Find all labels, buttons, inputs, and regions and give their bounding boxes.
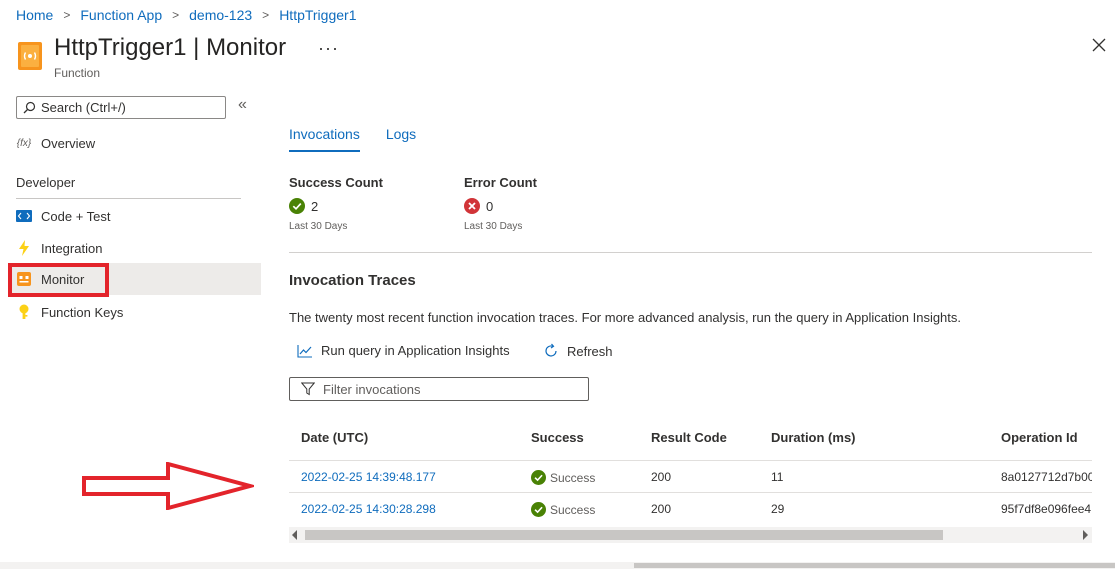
column-header-operation-id[interactable]: Operation Id	[1001, 430, 1078, 445]
row-operation-id: 95f7df8e096fee4	[1001, 502, 1092, 516]
tab-invocations[interactable]: Invocations	[289, 115, 360, 152]
row-success-label: Success	[550, 502, 596, 517]
sidebar-item-integration[interactable]: Integration	[8, 232, 261, 264]
run-query-button[interactable]: Run query in Application Insights	[297, 343, 510, 358]
row-success-status: Success	[531, 470, 595, 485]
page-subtitle: Function	[54, 66, 101, 80]
success-count-title: Success Count	[289, 175, 383, 190]
scrollbar-thumb[interactable]	[305, 530, 943, 540]
run-query-label: Run query in Application Insights	[321, 343, 510, 358]
sidebar-item-code-test[interactable]: Code + Test	[8, 200, 261, 232]
page-horizontal-scrollbar[interactable]	[0, 562, 1115, 569]
success-count-value: 2	[311, 198, 319, 214]
search-placeholder: Search (Ctrl+/)	[41, 100, 126, 115]
scroll-left-icon[interactable]	[292, 530, 297, 540]
table-row[interactable]: 2022-02-25 14:39:48.177 Success 200 11 8…	[289, 461, 1092, 493]
tab-bar: Invocations Logs	[289, 115, 442, 152]
column-header-duration[interactable]: Duration (ms)	[771, 430, 856, 445]
success-check-icon	[531, 502, 546, 517]
annotation-highlight-box	[8, 263, 109, 297]
filter-icon	[301, 382, 315, 396]
lightning-icon	[16, 240, 32, 256]
error-count-note: Last 30 Days	[464, 221, 523, 232]
sidebar-divider	[16, 198, 241, 199]
row-duration: 29	[771, 502, 785, 516]
scroll-right-icon[interactable]	[1083, 530, 1088, 540]
collapse-sidebar-button[interactable]: «	[238, 96, 247, 114]
column-header-success[interactable]: Success	[531, 430, 584, 445]
sidebar-item-label: Code + Test	[41, 208, 111, 224]
column-header-result-code[interactable]: Result Code	[651, 430, 727, 445]
search-icon	[23, 101, 36, 114]
breadcrumb-function-app[interactable]: Function App	[80, 7, 162, 23]
breadcrumb-demo-123[interactable]: demo-123	[189, 7, 252, 23]
refresh-icon	[545, 343, 557, 357]
sidebar-item-label: Overview	[41, 135, 96, 151]
row-result-code: 200	[651, 502, 672, 516]
refresh-button[interactable]: Refresh	[543, 343, 613, 359]
invocation-traces-title: Invocation Traces	[289, 272, 416, 289]
breadcrumb: Home > Function App > demo-123 > HttpTri…	[16, 6, 356, 24]
search-input[interactable]: Search (Ctrl+/)	[16, 96, 226, 119]
invocation-traces-description: The twenty most recent function invocati…	[289, 310, 962, 325]
table-row[interactable]: 2022-02-25 14:30:28.298 Success 200 29 9…	[289, 493, 1092, 522]
row-date-link[interactable]: 2022-02-25 14:30:28.298	[301, 502, 436, 516]
sidebar-item-overview[interactable]: {fx} Overview	[8, 127, 261, 159]
success-check-icon	[531, 470, 546, 485]
error-x-icon	[464, 198, 480, 214]
invocations-table: Date (UTC) Success Result Code Duration …	[289, 420, 1092, 522]
line-chart-icon	[297, 344, 312, 358]
success-count-note: Last 30 Days	[289, 221, 348, 232]
function-overview-icon: {fx}	[16, 137, 32, 149]
table-horizontal-scrollbar[interactable]	[289, 527, 1092, 543]
more-options-button[interactable]: ···	[318, 38, 339, 59]
refresh-label: Refresh	[567, 343, 613, 359]
row-success-label: Success	[550, 470, 596, 485]
error-count-title: Error Count	[464, 175, 537, 190]
error-count-value: 0	[486, 198, 494, 214]
breadcrumb-separator: >	[63, 8, 71, 22]
sidebar-item-label: Integration	[41, 240, 103, 256]
column-header-date[interactable]: Date (UTC)	[301, 430, 368, 445]
tab-logs[interactable]: Logs	[386, 115, 416, 152]
filter-invocations-input[interactable]: Filter invocations	[289, 377, 589, 401]
breadcrumb-httptrigger1[interactable]: HttpTrigger1	[279, 7, 356, 23]
breadcrumb-home[interactable]: Home	[16, 7, 53, 23]
annotation-arrow-icon	[82, 461, 258, 511]
sidebar-section-developer: Developer	[16, 175, 76, 190]
page-title: HttpTrigger1 | Monitor	[54, 34, 287, 61]
code-icon	[16, 208, 32, 224]
row-date-link[interactable]: 2022-02-25 14:39:48.177	[301, 470, 436, 484]
sidebar-item-label: Function Keys	[41, 304, 124, 320]
row-operation-id: 8a0127712d7b00	[1001, 470, 1092, 484]
section-divider	[289, 252, 1092, 253]
function-icon	[18, 42, 42, 70]
breadcrumb-separator: >	[172, 8, 180, 22]
close-icon[interactable]	[1092, 38, 1110, 56]
success-count-card: Success Count 2 Last 30 Days	[289, 175, 383, 232]
sidebar-item-function-keys[interactable]: Function Keys	[8, 296, 261, 328]
breadcrumb-separator: >	[262, 8, 270, 22]
row-success-status: Success	[531, 502, 595, 517]
row-result-code: 200	[651, 470, 672, 484]
key-icon	[16, 304, 32, 320]
page-scrollbar-thumb[interactable]	[634, 563, 1115, 568]
filter-placeholder: Filter invocations	[323, 381, 421, 397]
error-count-card: Error Count 0 Last 30 Days	[464, 175, 537, 232]
row-duration: 11	[771, 470, 784, 484]
success-check-icon	[289, 198, 305, 214]
